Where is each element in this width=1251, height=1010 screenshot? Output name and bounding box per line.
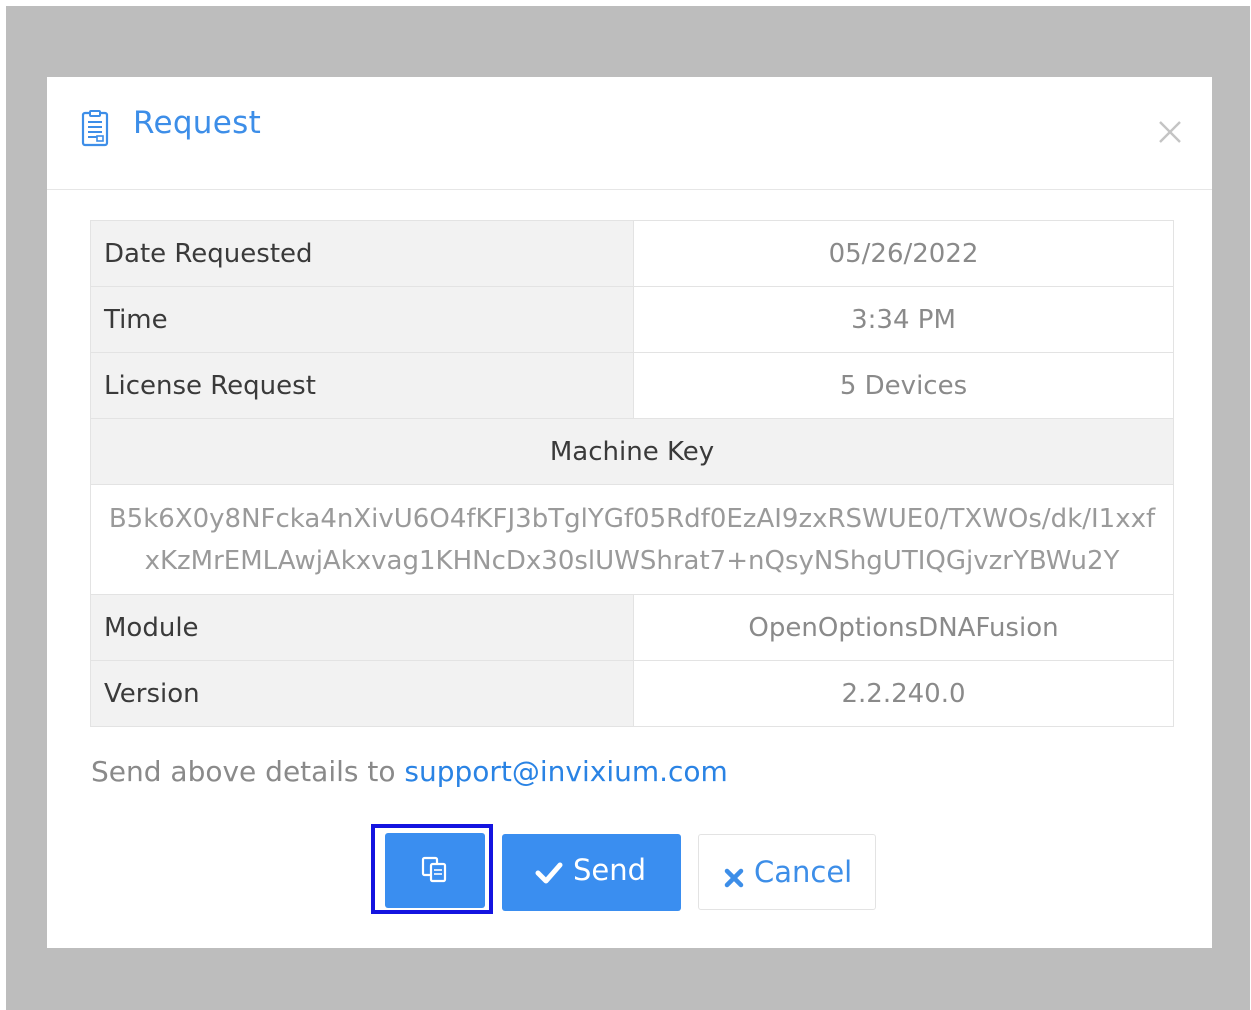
dialog-buttons: Send Cancel — [47, 824, 1212, 914]
table-row: B5k6X0y8NFcka4nXivU6O4fKFJ3bTglYGf05Rdf0… — [90, 484, 1174, 595]
send-button[interactable]: Send — [502, 834, 681, 911]
table-row: Module OpenOptionsDNAFusion — [90, 594, 1174, 661]
request-dialog: Request Date Requested 05/26/2022 Time 3… — [47, 77, 1212, 948]
date-requested-label: Date Requested — [90, 220, 634, 287]
table-row: Date Requested 05/26/2022 — [90, 220, 1174, 287]
request-details-table: Date Requested 05/26/2022 Time 3:34 PM L… — [90, 220, 1174, 727]
date-requested-value: 05/26/2022 — [633, 220, 1174, 287]
send-details-note: Send above details to support@invixium.c… — [91, 755, 728, 788]
times-icon — [723, 862, 745, 896]
copy-button[interactable] — [385, 833, 485, 908]
license-request-label: License Request — [90, 352, 634, 419]
cancel-label: Cancel — [754, 855, 853, 889]
time-label: Time — [90, 286, 634, 353]
table-row: License Request 5 Devices — [90, 352, 1174, 419]
send-note-text: Send above details to — [91, 755, 405, 788]
table-row: Time 3:34 PM — [90, 286, 1174, 353]
version-value: 2.2.240.0 — [633, 660, 1174, 727]
close-icon[interactable] — [1155, 117, 1185, 147]
check-icon — [535, 858, 563, 892]
table-row: Version 2.2.240.0 — [90, 660, 1174, 727]
version-label: Version — [90, 660, 634, 727]
module-label: Module — [90, 594, 634, 661]
cancel-button[interactable]: Cancel — [698, 834, 876, 910]
machine-key-value: B5k6X0y8NFcka4nXivU6O4fKFJ3bTglYGf05Rdf0… — [90, 484, 1174, 595]
license-request-value: 5 Devices — [633, 352, 1174, 419]
machine-key-header: Machine Key — [90, 418, 1174, 485]
dialog-header: Request — [47, 77, 1212, 190]
time-value: 3:34 PM — [633, 286, 1174, 353]
module-value: OpenOptionsDNAFusion — [633, 594, 1174, 661]
dialog-title: Request — [133, 105, 262, 141]
send-label: Send — [573, 853, 647, 887]
support-email-link[interactable]: support@invixium.com — [404, 755, 727, 788]
document-list-icon — [81, 110, 111, 148]
table-row: Machine Key — [90, 418, 1174, 485]
